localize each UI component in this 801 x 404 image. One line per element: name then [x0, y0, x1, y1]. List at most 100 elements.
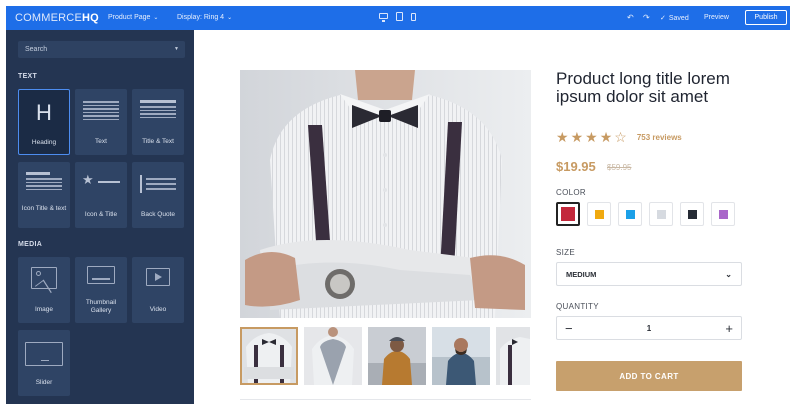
widget-icon-title[interactable]: ★ Icon & Title: [75, 162, 127, 228]
model-photo-illustration: [240, 70, 531, 318]
redo-icon[interactable]: ↷: [643, 13, 650, 22]
review-count[interactable]: 753 reviews: [637, 133, 682, 142]
device-switcher: [379, 12, 416, 22]
section-label-text: TEXT: [18, 73, 38, 80]
back-quote-icon: [140, 175, 176, 193]
widget-heading[interactable]: H Heading: [18, 89, 70, 155]
thumbnail-1[interactable]: [240, 327, 298, 385]
preview-button[interactable]: Preview: [704, 14, 729, 21]
title-text-icon: [140, 100, 176, 120]
desktop-icon[interactable]: [379, 13, 388, 22]
thumbnail-gallery-icon: [87, 266, 115, 284]
star-filled-icon: ★: [570, 129, 584, 145]
product-old-price: $59.95: [607, 163, 632, 172]
widget-label: Slider: [35, 379, 53, 386]
icon-title-text-icon: [26, 172, 62, 192]
thumbnail-3[interactable]: [368, 327, 426, 385]
star-filled-icon: ★: [556, 129, 569, 145]
widget-icon-title-text[interactable]: Icon Title & text: [18, 162, 70, 228]
widget-sidebar: Search ▼ TEXT H Heading Text Title & Text…: [6, 30, 194, 404]
video-play-icon: [146, 268, 170, 286]
swatch-fill: [561, 207, 575, 221]
size-label: SIZE: [556, 248, 575, 257]
heading-icon: H: [36, 100, 52, 125]
thumbnail-photo: [368, 327, 426, 385]
color-swatch-black[interactable]: [680, 202, 704, 226]
star-filled-icon: ★: [585, 129, 598, 145]
logo-text: COMMERCE: [15, 12, 82, 24]
color-swatches: [556, 202, 735, 226]
caret-down-icon: ▼: [174, 46, 179, 52]
widget-label: Icon & Title: [84, 211, 118, 218]
swatch-fill: [625, 209, 635, 219]
icon-title-icon: ★: [82, 173, 120, 188]
chevron-down-icon: ⌄: [725, 270, 732, 279]
image-icon: [31, 267, 57, 299]
widget-video[interactable]: Video: [132, 257, 184, 323]
widget-image[interactable]: Image: [18, 257, 70, 323]
widget-label: Back Quote: [141, 211, 175, 218]
size-value: MEDIUM: [566, 269, 597, 279]
widget-label: Video: [149, 306, 167, 313]
color-swatch-purple[interactable]: [711, 202, 735, 226]
star-filled-icon: ★: [599, 129, 613, 145]
product-main-image[interactable]: [240, 70, 531, 318]
page-dropdown-label: Product Page: [108, 14, 151, 21]
product-price: $19.95: [556, 159, 596, 174]
widget-thumbnail-gallery[interactable]: Thumbnail Gallery: [75, 257, 127, 323]
thumbnail-photo: [432, 327, 490, 385]
add-to-cart-button[interactable]: ADD TO CART: [556, 361, 742, 391]
image-divider: [240, 399, 531, 400]
section-label-media: MEDIA: [18, 241, 43, 248]
swatch-fill: [718, 209, 728, 219]
size-select[interactable]: MEDIUM ⌄: [556, 262, 742, 286]
widget-back-quote[interactable]: Back Quote: [132, 162, 184, 228]
color-swatch-yellow[interactable]: [587, 202, 611, 226]
widget-title-text[interactable]: Title & Text: [132, 89, 184, 155]
display-dropdown-label: Display: Ring 4: [177, 14, 225, 21]
color-label: COLOR: [556, 188, 586, 197]
widget-label: Text: [95, 138, 107, 145]
widget-label: Heading: [31, 139, 57, 146]
saved-status: ✓ Saved: [660, 14, 689, 22]
color-swatch-red[interactable]: [556, 202, 580, 226]
quantity-stepper: − 1 +: [556, 316, 742, 340]
thumbnail-5[interactable]: [496, 327, 530, 385]
page-canvas[interactable]: Product long title lorem ipsum dolor sit…: [194, 30, 790, 404]
product-rating[interactable]: ★ ★ ★ ★ ☆ 753 reviews: [556, 130, 682, 144]
undo-icon[interactable]: ↶: [627, 13, 634, 22]
slider-icon: [25, 342, 63, 366]
thumbnail-2[interactable]: [304, 327, 362, 385]
chevron-down-icon: ⌄: [153, 15, 159, 21]
star-empty-icon: ☆: [614, 129, 627, 145]
swatch-fill: [594, 209, 604, 219]
quantity-label: QUANTITY: [556, 302, 599, 311]
thumbnail-photo: [496, 327, 530, 385]
page-dropdown[interactable]: Product Page ⌄: [108, 14, 158, 21]
text-lines-icon: [83, 101, 119, 122]
tablet-icon[interactable]: [396, 12, 403, 21]
saved-label: Saved: [668, 15, 689, 22]
widget-label: Thumbnail Gallery: [85, 299, 117, 314]
color-swatch-blue[interactable]: [618, 202, 642, 226]
mobile-icon[interactable]: [411, 12, 416, 21]
editor-window: COMMERCEHQ Product Page ⌄ Display: Ring 4…: [6, 6, 790, 404]
minus-icon[interactable]: −: [565, 322, 573, 335]
widget-text[interactable]: Text: [75, 89, 127, 155]
product-title: Product long title lorem ipsum dolor sit…: [556, 69, 730, 106]
color-swatch-light-gray[interactable]: [649, 202, 673, 226]
thumbnail-photo: [240, 327, 298, 385]
app-logo[interactable]: COMMERCEHQ: [15, 12, 99, 24]
quantity-value[interactable]: 1: [647, 324, 651, 333]
thumbnail-strip: [240, 327, 530, 385]
top-toolbar: COMMERCEHQ Product Page ⌄ Display: Ring 4…: [6, 6, 790, 30]
search-input[interactable]: Search ▼: [18, 41, 185, 58]
thumbnail-photo: [304, 327, 362, 385]
check-icon: ✓: [660, 15, 666, 22]
publish-button[interactable]: Publish: [745, 10, 787, 25]
widget-slider[interactable]: Slider: [18, 330, 70, 396]
widget-label: Icon Title & text: [21, 205, 67, 212]
thumbnail-4[interactable]: [432, 327, 490, 385]
display-dropdown[interactable]: Display: Ring 4 ⌄: [177, 14, 232, 21]
plus-icon[interactable]: +: [725, 322, 733, 335]
